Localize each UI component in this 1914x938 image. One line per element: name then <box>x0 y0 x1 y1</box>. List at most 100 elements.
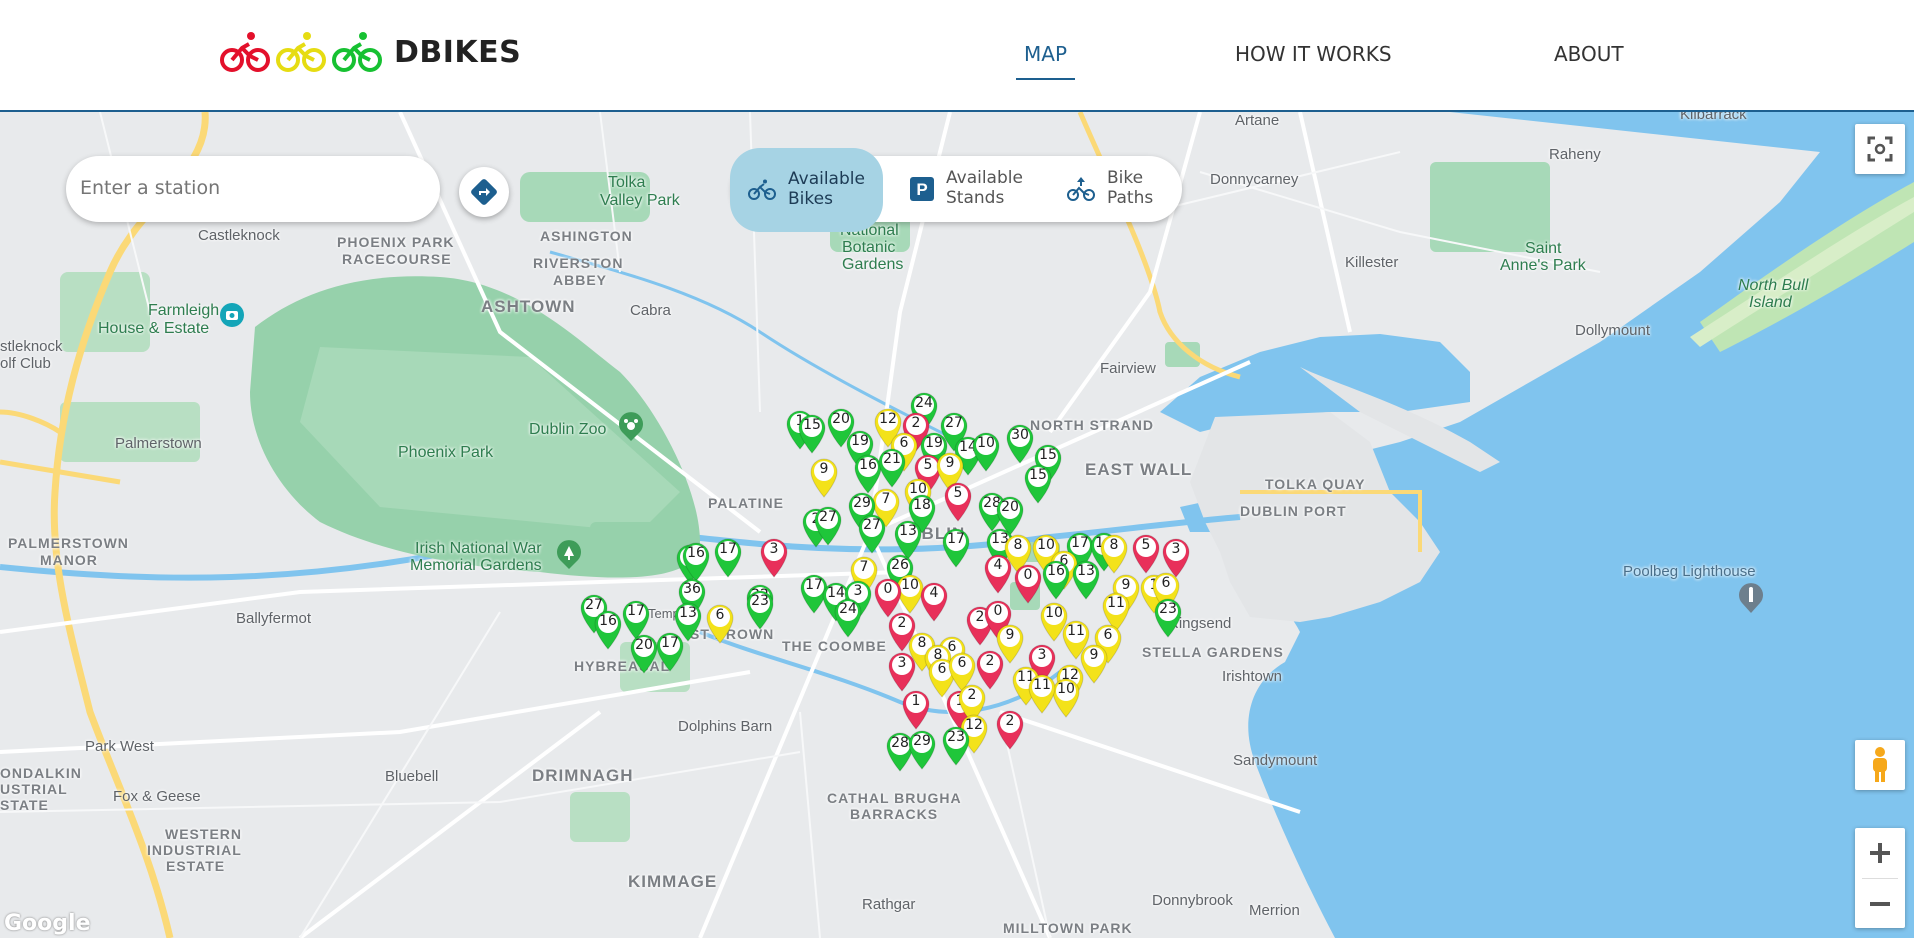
map-label: Dollymount <box>1575 322 1651 339</box>
map-label: USTRIAL <box>0 781 68 797</box>
station-marker[interactable]: 10 <box>970 430 1002 472</box>
station-bike-count: 15 <box>1029 467 1047 483</box>
station-search[interactable] <box>66 156 440 222</box>
station-bike-count: 2 <box>897 615 907 631</box>
station-bike-count: 13 <box>679 605 697 621</box>
filter-label-line: Bike <box>1107 168 1144 189</box>
station-bike-count: 11 <box>1033 677 1051 693</box>
map-label: House & Estate <box>98 320 210 337</box>
station-marker[interactable]: 24 <box>832 596 864 638</box>
station-marker[interactable]: 11 <box>1026 672 1058 714</box>
map-label: olf Club <box>0 355 51 372</box>
station-bike-count: 0 <box>883 581 893 597</box>
map-label: Killester <box>1345 254 1399 271</box>
station-marker[interactable]: 9 <box>808 456 840 498</box>
station-marker[interactable]: 3 <box>758 536 790 578</box>
station-marker[interactable]: 16 <box>1040 558 1072 600</box>
station-marker[interactable]: 0 <box>1012 562 1044 604</box>
filter-available-stands[interactable]: P Available Stands <box>910 156 1023 222</box>
station-bike-count: 2 <box>1005 713 1015 729</box>
nav-how-it-works[interactable]: HOW IT WORKS <box>1235 42 1392 66</box>
station-marker[interactable]: 15 <box>796 412 828 454</box>
nav-map[interactable]: MAP <box>1016 42 1075 80</box>
map-label: Dolphins Barn <box>678 718 773 735</box>
station-bike-count: 9 <box>819 461 829 477</box>
station-marker[interactable]: 5 <box>942 480 974 522</box>
station-bike-count: 5 <box>953 485 963 501</box>
station-marker[interactable]: 23 <box>940 724 972 766</box>
station-marker[interactable]: 13 <box>1070 558 1102 600</box>
station-marker[interactable]: 8 <box>1098 532 1130 574</box>
station-bike-count: 17 <box>719 541 737 557</box>
map-label: CATHAL BRUGHA <box>827 790 962 806</box>
station-bike-count: 15 <box>803 417 821 433</box>
map-label: BARRACKS <box>850 806 939 822</box>
station-marker[interactable]: 5 <box>1130 532 1162 574</box>
zoom-out-button[interactable] <box>1855 879 1905 928</box>
brand-name: DBIKES <box>394 34 522 70</box>
filter-available-bikes[interactable]: Available Bikes <box>730 148 883 232</box>
map-label: Fox & Geese <box>113 788 201 805</box>
map-label: ASHTOWN <box>481 297 576 316</box>
filter-label-line: Paths <box>1107 188 1154 208</box>
station-bike-count: 3 <box>769 541 779 557</box>
map-label: KIMMAGE <box>628 872 718 891</box>
station-bike-count: 1 <box>911 693 921 709</box>
station-bike-count: 0 <box>993 603 1003 619</box>
map-label: Farmleigh <box>148 302 220 319</box>
map-label: MILLTOWN PARK <box>1003 920 1133 936</box>
station-marker[interactable]: 3 <box>886 650 918 692</box>
station-bike-count: 17 <box>627 603 645 619</box>
bike-icon <box>748 179 776 200</box>
station-marker[interactable]: 17 <box>940 526 972 568</box>
search-input[interactable] <box>78 176 422 200</box>
map-label: ESTATE <box>166 858 226 874</box>
map-label: North Bull <box>1738 277 1809 294</box>
map-label: Donnycarney <box>1210 171 1299 188</box>
station-bike-count: 5 <box>1141 537 1151 553</box>
red-bike-icon <box>220 32 270 72</box>
map-label: Fairview <box>1100 360 1156 377</box>
parking-icon: P <box>910 177 934 201</box>
station-marker[interactable]: 23 <box>744 588 776 630</box>
station-marker[interactable]: 1 <box>900 688 932 730</box>
map-label: PHOENIX PARK <box>337 234 455 250</box>
station-bike-count: 16 <box>687 545 705 561</box>
station-marker[interactable]: 17 <box>712 536 744 578</box>
station-map[interactable]: Tolka Valley Park Castleknock PHOENIX PA… <box>0 112 1914 938</box>
map-label: Dublin Zoo <box>529 421 607 438</box>
map-label: Artane <box>1235 112 1280 129</box>
station-marker[interactable]: 23 <box>1152 596 1184 638</box>
station-marker[interactable]: 4 <box>918 580 950 622</box>
street-view-button[interactable] <box>1855 740 1905 790</box>
station-bike-count: 9 <box>1005 627 1015 643</box>
station-marker[interactable]: 29 <box>906 728 938 770</box>
map-label: STATE <box>0 797 49 813</box>
station-bike-count: 9 <box>945 455 955 471</box>
map-label: DRIMNAGH <box>532 766 634 785</box>
station-marker[interactable]: 27 <box>856 512 888 554</box>
station-bike-count: 0 <box>1023 567 1033 583</box>
nav-about[interactable]: ABOUT <box>1554 42 1624 66</box>
station-bike-count: 23 <box>947 729 965 745</box>
station-marker[interactable]: 2 <box>994 708 1026 750</box>
station-bike-count: 11 <box>1107 595 1125 611</box>
station-bike-count: 17 <box>661 635 679 651</box>
filter-bike-paths[interactable]: Bike Paths <box>1067 156 1153 222</box>
brand-logo[interactable]: DBIKES <box>220 30 521 74</box>
station-marker[interactable]: 4 <box>982 552 1014 594</box>
zoom-in-button[interactable] <box>1855 828 1905 878</box>
station-marker[interactable]: 6 <box>704 602 736 644</box>
station-bike-count: 13 <box>899 523 917 539</box>
svg-text:P: P <box>916 180 927 199</box>
map-label: STELLA GARDENS <box>1142 644 1284 660</box>
map-label: Ballyfermot <box>236 610 312 627</box>
station-marker[interactable]: 17 <box>654 630 686 672</box>
fullscreen-button[interactable] <box>1855 124 1905 174</box>
station-marker[interactable]: 15 <box>1022 462 1054 504</box>
directions-button[interactable] <box>459 167 509 217</box>
station-marker[interactable]: 27 <box>812 504 844 546</box>
station-bike-count: 30 <box>1011 427 1029 443</box>
directions-icon <box>471 179 497 205</box>
map-label: Park West <box>85 738 154 755</box>
